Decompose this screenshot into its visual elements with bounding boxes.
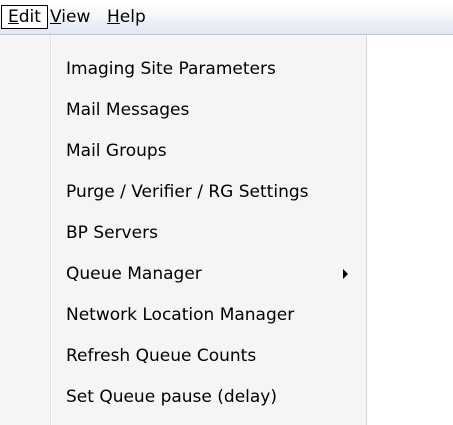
- menu-item-network-location-manager[interactable]: Network Location Manager: [0, 295, 365, 335]
- menu-edit-mnemonic: E: [8, 7, 19, 27]
- menu-item-label: Mail Groups: [66, 141, 167, 161]
- menu-item-mail-messages[interactable]: Mail Messages: [0, 90, 365, 130]
- menu-help-label-rest: elp: [119, 7, 146, 27]
- menu-edit-label-rest: dit: [18, 7, 41, 27]
- menu-bar: Edit View Help: [0, 0, 453, 35]
- triangle-right-icon: [343, 269, 348, 279]
- menu-item-label: Queue Manager: [66, 264, 202, 284]
- menu-item-label: Network Location Manager: [66, 305, 295, 325]
- edit-dropdown-menu: Imaging Site Parameters Mail Messages Ma…: [0, 35, 367, 425]
- menu-item-imaging-site-parameters[interactable]: Imaging Site Parameters: [0, 49, 365, 89]
- menu-item-label: Mail Messages: [66, 100, 190, 120]
- menu-item-refresh-queue-counts[interactable]: Refresh Queue Counts: [0, 336, 365, 376]
- menu-item-queue-manager[interactable]: Queue Manager: [0, 254, 365, 294]
- menu-item-label: Refresh Queue Counts: [66, 346, 257, 366]
- menu-help[interactable]: Help: [101, 5, 152, 29]
- menu-item-mail-groups[interactable]: Mail Groups: [0, 131, 365, 171]
- menu-item-set-queue-pause[interactable]: Set Queue pause (delay): [0, 377, 365, 417]
- menu-view[interactable]: View: [44, 5, 96, 29]
- menu-item-purge-verifier-rg-settings[interactable]: Purge / Verifier / RG Settings: [0, 172, 365, 212]
- menu-view-mnemonic: V: [50, 7, 62, 27]
- menu-item-label: Set Queue pause (delay): [66, 387, 277, 407]
- menu-edit[interactable]: Edit: [1, 5, 48, 29]
- menu-item-bp-servers[interactable]: BP Servers: [0, 213, 365, 253]
- menu-item-label: Imaging Site Parameters: [66, 59, 276, 79]
- menu-view-label-rest: iew: [61, 7, 91, 27]
- menu-item-label: BP Servers: [66, 223, 158, 243]
- menu-item-label: Purge / Verifier / RG Settings: [66, 182, 309, 202]
- menu-help-mnemonic: H: [107, 7, 120, 27]
